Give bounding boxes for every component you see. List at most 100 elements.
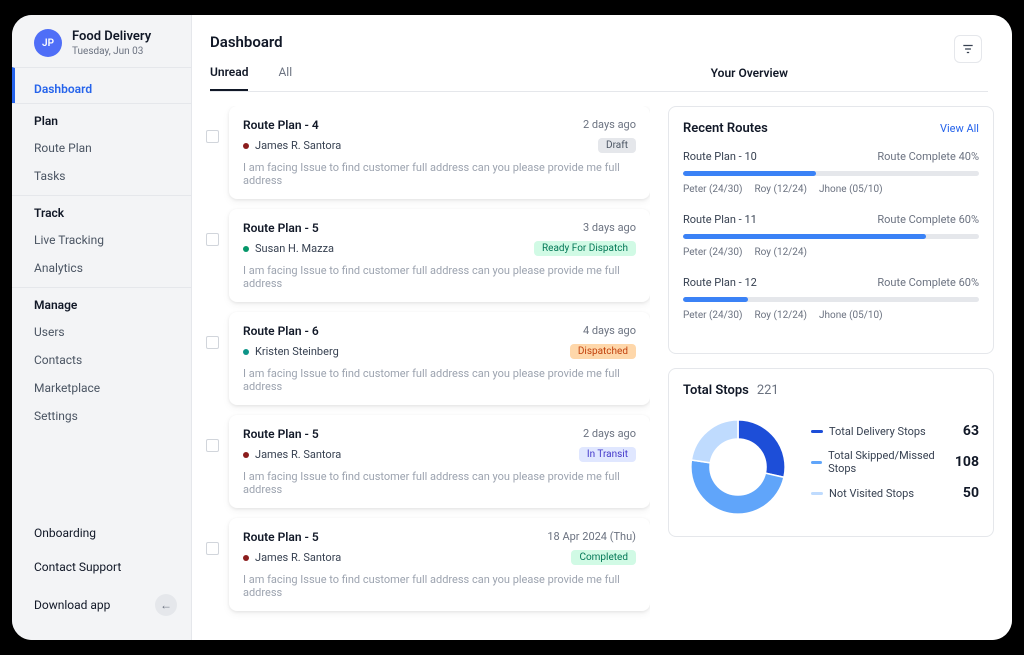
- topbar: Dashboard Unread All Your Overview: [192, 15, 1012, 92]
- route-card[interactable]: Route Plan - 5 18 Apr 2024 (Thu) James R…: [229, 518, 650, 611]
- route-card[interactable]: Route Plan - 5 2 days ago James R. Santo…: [229, 415, 650, 508]
- nav-head-manage: Manage: [12, 287, 191, 318]
- card-checkbox[interactable]: [206, 336, 219, 349]
- legend-label: Not Visited Stops: [829, 487, 914, 500]
- nav-bottom: Onboarding Contact Support Download app …: [12, 506, 191, 640]
- app-window: JP Food Delivery Tuesday, Jun 03 Dashboa…: [12, 15, 1012, 640]
- brand-title: Food Delivery: [72, 29, 151, 44]
- card-author: Susan H. Mazza: [243, 242, 334, 255]
- card-author: Kristen Steinberg: [243, 345, 339, 358]
- route-name: Route Plan - 10: [683, 150, 757, 163]
- main: Dashboard Unread All Your Overview Route…: [192, 15, 1012, 640]
- recent-routes-title: Recent Routes: [683, 121, 768, 136]
- legend-value: 50: [963, 485, 979, 501]
- card-checkbox[interactable]: [206, 130, 219, 143]
- progress-bar: [683, 171, 979, 176]
- card-date: 3 days ago: [583, 221, 636, 234]
- legend-color-icon: [811, 430, 823, 433]
- overview-label: Your Overview: [711, 66, 788, 90]
- card-row: Route Plan - 4 2 days ago James R. Santo…: [200, 106, 650, 199]
- status-badge: In Transit: [579, 447, 636, 462]
- card-row: Route Plan - 5 3 days ago Susan H. Mazza…: [200, 209, 650, 302]
- filter-button[interactable]: [954, 35, 982, 63]
- route-assignees: Peter (24/30)Roy (12/24)Jhone (05/10): [683, 184, 979, 195]
- card-message: I am facing Issue to find customer full …: [243, 367, 636, 393]
- brand-header[interactable]: JP Food Delivery Tuesday, Jun 03: [12, 15, 191, 67]
- legend-label: Total Skipped/Missed Stops: [828, 449, 955, 475]
- route-assignees: Peter (24/30)Roy (12/24)Jhone (05/10): [683, 310, 979, 321]
- route-assignees: Peter (24/30)Roy (12/24): [683, 247, 979, 258]
- card-date: 2 days ago: [583, 427, 636, 440]
- nav-head-track: Track: [12, 195, 191, 226]
- legend-value: 108: [955, 454, 979, 470]
- legend-color-icon: [811, 492, 823, 495]
- total-stops-count: 221: [757, 383, 779, 398]
- card-author: James R. Santora: [243, 139, 341, 152]
- tab-unread[interactable]: Unread: [210, 65, 248, 91]
- right-panels: Recent Routes View All Route Plan - 10Ro…: [668, 106, 994, 622]
- route-name: Route Plan - 11: [683, 213, 757, 226]
- content: Route Plan - 4 2 days ago James R. Santo…: [192, 92, 1012, 640]
- nav-head-plan: Plan: [12, 103, 191, 134]
- arrow-left-icon: ←: [155, 594, 177, 616]
- author-dot-icon: [243, 555, 249, 561]
- nav-download-label: Download app: [34, 598, 110, 612]
- view-all-link[interactable]: View All: [940, 122, 979, 135]
- nav-analytics[interactable]: Analytics: [12, 254, 191, 287]
- progress-bar: [683, 297, 979, 302]
- nav-dashboard[interactable]: Dashboard: [12, 67, 191, 103]
- card-message: I am facing Issue to find customer full …: [243, 161, 636, 187]
- status-badge: Ready For Dispatch: [534, 241, 636, 256]
- brand-subtitle: Tuesday, Jun 03: [72, 46, 151, 57]
- card-checkbox[interactable]: [206, 233, 219, 246]
- legend-row: Total Skipped/Missed Stops108: [811, 449, 979, 475]
- author-dot-icon: [243, 349, 249, 355]
- nav-contacts[interactable]: Contacts: [12, 346, 191, 374]
- card-checkbox[interactable]: [206, 439, 219, 452]
- card-author: James R. Santora: [243, 551, 341, 564]
- legend-row: Not Visited Stops 50: [811, 485, 979, 501]
- route-card-list: Route Plan - 4 2 days ago James R. Santo…: [200, 106, 650, 622]
- recent-routes-panel: Recent Routes View All Route Plan - 10Ro…: [668, 106, 994, 354]
- nav-live-tracking[interactable]: Live Tracking: [12, 226, 191, 254]
- card-title: Route Plan - 4: [243, 118, 319, 132]
- stops-legend: Total Delivery Stops63 Total Skipped/Miss…: [811, 423, 979, 511]
- route-progress-block[interactable]: Route Plan - 11Route Complete 60% Peter …: [683, 213, 979, 258]
- progress-bar: [683, 234, 979, 239]
- legend-value: 63: [963, 423, 979, 439]
- card-message: I am facing Issue to find customer full …: [243, 264, 636, 290]
- card-message: I am facing Issue to find customer full …: [243, 573, 636, 599]
- route-progress-block[interactable]: Route Plan - 12Route Complete 60% Peter …: [683, 276, 979, 321]
- route-card[interactable]: Route Plan - 4 2 days ago James R. Santo…: [229, 106, 650, 199]
- card-row: Route Plan - 5 18 Apr 2024 (Thu) James R…: [200, 518, 650, 611]
- total-stops-title: Total Stops: [683, 383, 749, 398]
- card-title: Route Plan - 5: [243, 530, 319, 544]
- card-title: Route Plan - 5: [243, 427, 319, 441]
- route-progress-block[interactable]: Route Plan - 10 Route Complete 40% Peter …: [683, 150, 979, 195]
- card-row: Route Plan - 6 4 days ago Kristen Steinb…: [200, 312, 650, 405]
- card-date: 4 days ago: [583, 324, 636, 337]
- card-author: James R. Santora: [243, 448, 341, 461]
- route-card[interactable]: Route Plan - 6 4 days ago Kristen Steinb…: [229, 312, 650, 405]
- nav-route-plan[interactable]: Route Plan: [12, 134, 191, 162]
- nav-marketplace[interactable]: Marketplace: [12, 374, 191, 402]
- nav-onboarding[interactable]: Onboarding: [34, 516, 177, 550]
- author-dot-icon: [243, 246, 249, 252]
- tab-all[interactable]: All: [278, 65, 292, 91]
- nav-contact-support[interactable]: Contact Support: [34, 550, 177, 584]
- filter-icon: [961, 42, 975, 56]
- nav: Dashboard Plan Route Plan Tasks Track Li…: [12, 67, 191, 506]
- routes-list: Route Plan - 10 Route Complete 40% Peter …: [683, 150, 979, 321]
- nav-settings[interactable]: Settings: [12, 402, 191, 430]
- status-badge: Completed: [571, 550, 636, 565]
- card-checkbox[interactable]: [206, 542, 219, 555]
- legend-row: Total Delivery Stops63: [811, 423, 979, 439]
- nav-tasks[interactable]: Tasks: [12, 162, 191, 195]
- tabs: Unread All: [210, 65, 292, 91]
- route-card[interactable]: Route Plan - 5 3 days ago Susan H. Mazza…: [229, 209, 650, 302]
- route-complete-label: Route Complete 40%: [877, 150, 979, 163]
- status-badge: Draft: [598, 138, 636, 153]
- nav-users[interactable]: Users: [12, 318, 191, 346]
- sidebar: JP Food Delivery Tuesday, Jun 03 Dashboa…: [12, 15, 192, 640]
- nav-download-app[interactable]: Download app ←: [34, 584, 177, 626]
